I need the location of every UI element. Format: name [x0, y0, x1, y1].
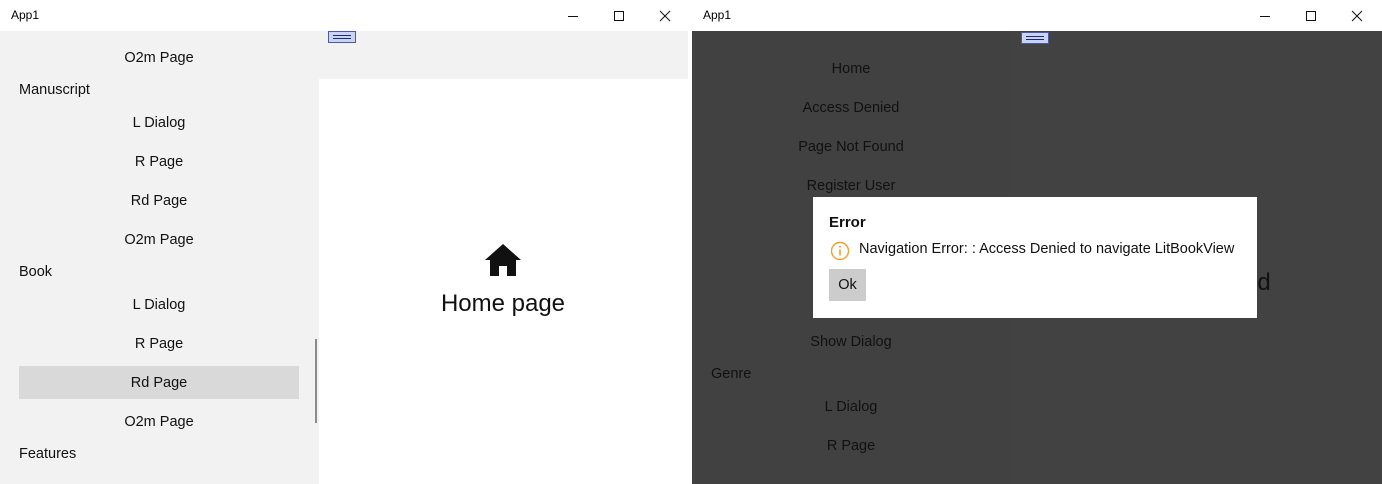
app-window-1: App1 O2m Page Manuscript L Dialog R Page…: [0, 0, 688, 484]
app-window-2: App1 Home Access Denied Page Not Found R…: [692, 0, 1382, 484]
nav-item-r-page[interactable]: R Page: [711, 429, 991, 462]
nav-item-rd-page-selected[interactable]: Rd Page: [19, 366, 299, 399]
ok-button[interactable]: Ok: [829, 269, 866, 301]
main-content: Home page: [319, 79, 688, 484]
nav-item-r-page[interactable]: R Page: [19, 145, 299, 178]
close-button[interactable]: [642, 0, 688, 31]
minimize-button[interactable]: [550, 0, 596, 31]
nav-pane: O2m Page Manuscript L Dialog R Page Rd P…: [0, 31, 319, 484]
nav-item-show-dialog[interactable]: Show Dialog: [711, 325, 991, 358]
nav-item-o2m-page[interactable]: O2m Page: [19, 405, 299, 438]
nav-item-l-dialog[interactable]: L Dialog: [711, 390, 991, 423]
window-content: Home Access Denied Page Not Found Regist…: [692, 31, 1382, 484]
nav-item-o2m-page[interactable]: O2m Page: [19, 223, 299, 256]
maximize-button[interactable]: [596, 0, 642, 31]
close-icon: [659, 10, 671, 21]
nav-item-page-not-found[interactable]: Page Not Found: [711, 130, 991, 163]
nav-item-l-dialog[interactable]: L Dialog: [19, 288, 299, 321]
nav-header-book: Book: [19, 264, 53, 280]
nav-scrollbar[interactable]: [315, 339, 317, 423]
nav-item-rd-page[interactable]: Rd Page: [19, 184, 299, 217]
nav-item-r-page[interactable]: R Page: [19, 327, 299, 360]
error-dialog: Error Navigation Error: : Access Denied …: [813, 197, 1257, 318]
title-bar: App1: [0, 0, 688, 31]
pane-toggle-button[interactable]: [1021, 32, 1049, 44]
home-page-label: Home page: [440, 290, 566, 317]
maximize-icon: [1306, 10, 1316, 21]
nav-item-access-denied[interactable]: Access Denied: [711, 91, 991, 124]
pane-toggle-button[interactable]: [328, 31, 356, 43]
window-title: App1: [703, 8, 732, 22]
title-bar: App1: [692, 0, 1382, 31]
maximize-icon: [614, 10, 624, 21]
dialog-message: Navigation Error: : Access Denied to nav…: [859, 241, 1235, 257]
maximize-button[interactable]: [1288, 0, 1334, 31]
nav-item-l-dialog[interactable]: L Dialog: [19, 106, 299, 139]
home-icon: [485, 244, 521, 276]
minimize-icon: [1260, 15, 1270, 17]
window-title: App1: [11, 8, 40, 22]
minimize-icon: [568, 15, 578, 17]
close-button[interactable]: [1334, 0, 1380, 31]
nav-item-o2m-page[interactable]: O2m Page: [19, 41, 299, 74]
nav-header-genre: Genre: [711, 366, 752, 382]
top-strip: [319, 31, 688, 79]
nav-header-manuscript: Manuscript: [19, 82, 90, 98]
hamburger-icon: [1026, 36, 1044, 40]
hamburger-icon: [333, 35, 351, 39]
close-icon: [1351, 10, 1363, 21]
info-icon: [830, 241, 850, 261]
nav-item-home[interactable]: Home: [711, 52, 991, 85]
window-content: O2m Page Manuscript L Dialog R Page Rd P…: [0, 31, 688, 484]
nav-header-features: Features: [19, 446, 77, 462]
minimize-button[interactable]: [1242, 0, 1288, 31]
dialog-title: Error: [829, 214, 866, 231]
